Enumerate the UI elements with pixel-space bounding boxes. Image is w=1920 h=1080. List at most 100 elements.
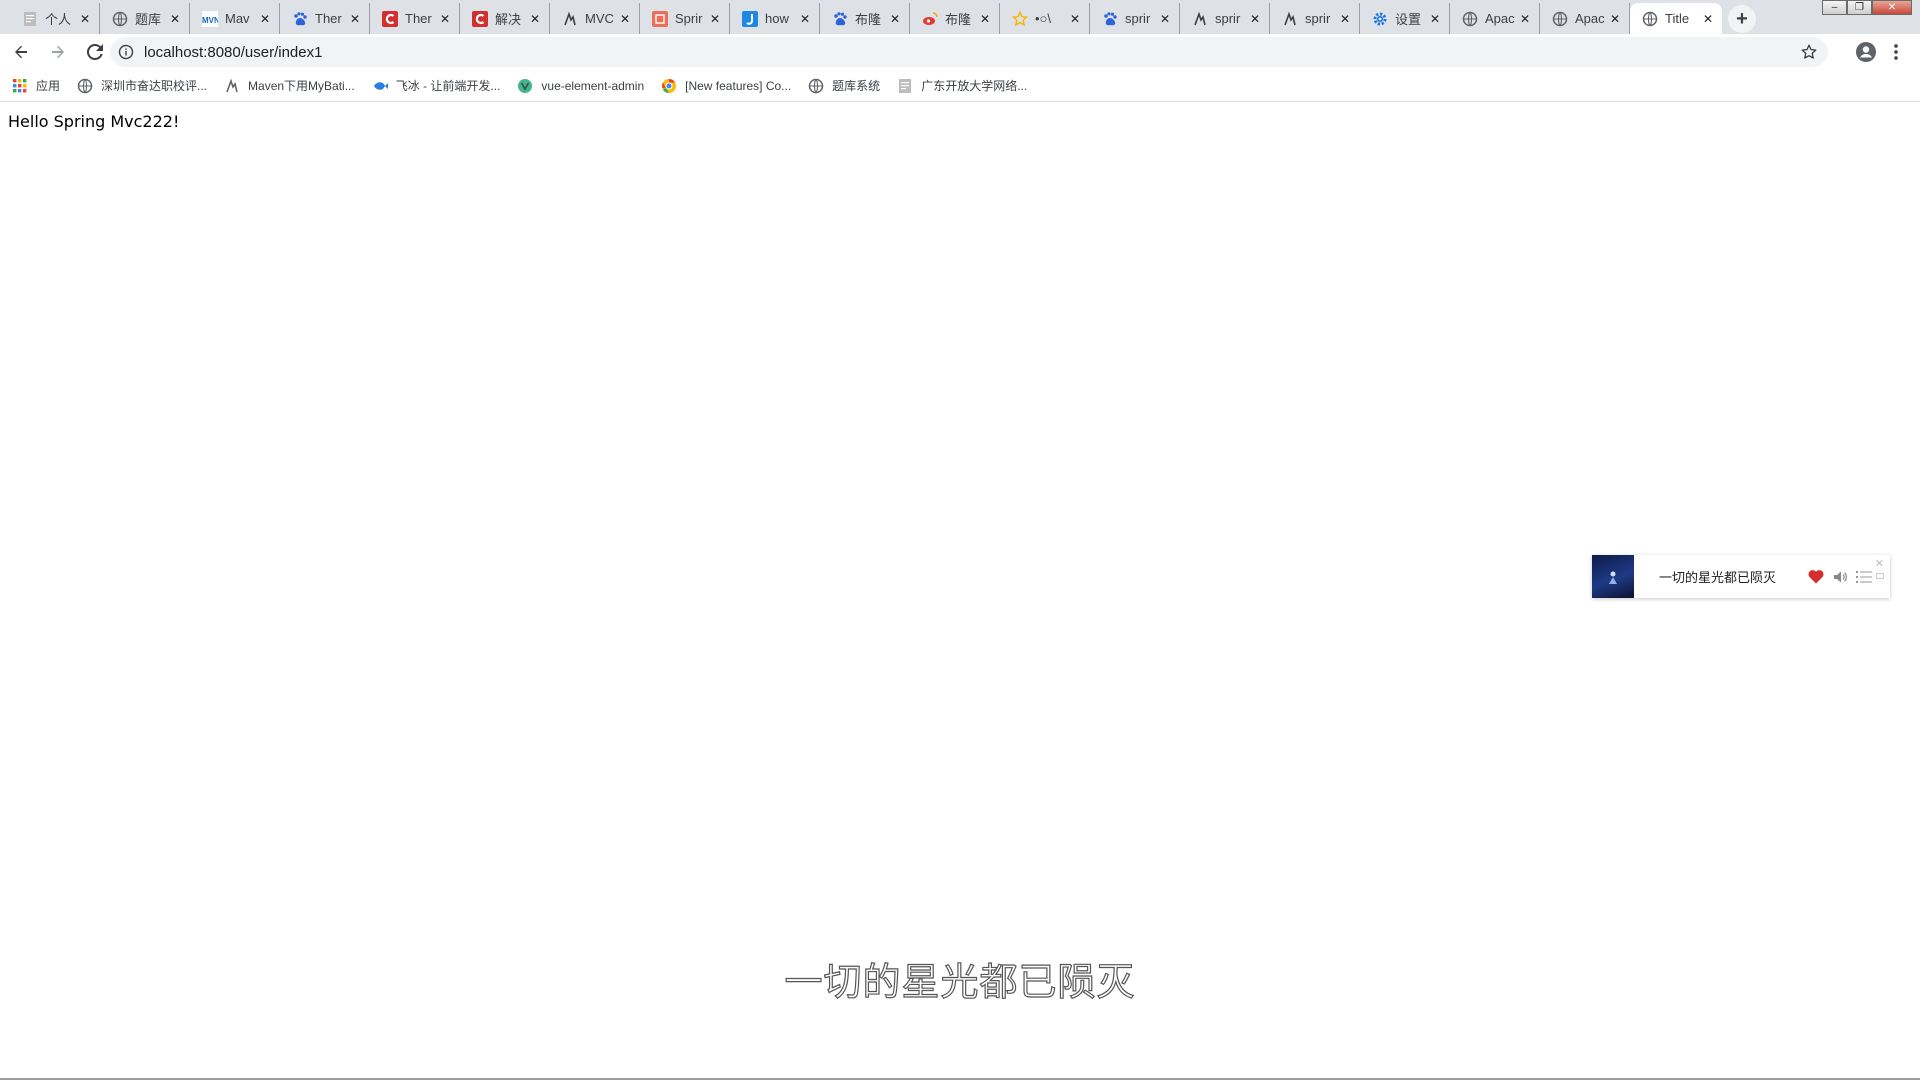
new-tab-button[interactable]: + <box>1728 5 1756 33</box>
tab-close-icon[interactable]: ✕ <box>707 11 723 27</box>
tab-close-icon[interactable]: ✕ <box>887 11 903 27</box>
baidu-paw-icon <box>292 11 308 27</box>
browser-tab-4[interactable]: Ther ✕ <box>280 3 370 34</box>
browser-tab-14[interactable]: sprir ✕ <box>1180 3 1270 34</box>
browser-tab-13[interactable]: sprir ✕ <box>1090 3 1180 34</box>
address-bar[interactable]: localhost:8080/user/index1 <box>110 37 1828 67</box>
player-close-icon[interactable]: ✕ <box>1875 557 1884 570</box>
album-cover[interactable] <box>1592 555 1634 598</box>
tab-close-icon[interactable]: ✕ <box>1247 11 1263 27</box>
tab-close-icon[interactable]: ✕ <box>1157 11 1173 27</box>
yuque-icon <box>224 78 240 94</box>
browser-tab-8[interactable]: Sprir ✕ <box>640 3 730 34</box>
browser-tab-11[interactable]: 布隆 ✕ <box>910 3 1000 34</box>
bookmark-item-5[interactable]: vue-element-admin <box>517 78 644 94</box>
bookmark-label: 飞冰 - 让前端开发... <box>395 79 501 93</box>
tab-close-icon[interactable]: ✕ <box>1337 11 1353 27</box>
tab-title: •○\ <box>1035 11 1052 26</box>
tab-title: how <box>765 11 789 26</box>
back-button[interactable] <box>5 36 37 68</box>
tab-close-icon[interactable]: ✕ <box>437 11 453 27</box>
tab-title: 布隆 <box>855 12 882 27</box>
tab-close-icon[interactable]: ✕ <box>1517 11 1533 27</box>
tab-close-icon[interactable]: ✕ <box>1700 11 1716 27</box>
close-window-button[interactable]: ✕ <box>1872 0 1912 15</box>
browser-tab-7[interactable]: MVC ✕ <box>550 3 640 34</box>
svg-text:MVN: MVN <box>202 16 218 25</box>
profile-avatar-icon[interactable] <box>1856 42 1876 62</box>
tab-title: sprir <box>1305 11 1331 26</box>
tab-title: Sprir <box>675 11 703 26</box>
tab-close-icon[interactable]: ✕ <box>1427 11 1443 27</box>
tab-close-icon[interactable]: ✕ <box>257 11 273 27</box>
browser-tab-18[interactable]: Apac ✕ <box>1540 3 1630 34</box>
album-art-icon <box>1609 571 1617 584</box>
bookmark-star-icon[interactable] <box>1800 43 1818 61</box>
browser-tab-15[interactable]: sprir ✕ <box>1270 3 1360 34</box>
yuque-icon <box>1282 11 1298 27</box>
tab-close-icon[interactable]: ✕ <box>167 11 183 27</box>
bookmark-item-8[interactable]: 广东开放大学网络... <box>897 77 1027 94</box>
bookmark-item-1[interactable]: 应用 <box>12 77 60 94</box>
globe-icon <box>112 11 128 27</box>
minimize-button[interactable]: – <box>1822 0 1847 15</box>
yuque-icon <box>1192 11 1208 27</box>
forward-button[interactable] <box>42 36 74 68</box>
tab-close-icon[interactable]: ✕ <box>347 11 363 27</box>
tab-title: Ther <box>315 11 342 26</box>
reload-button[interactable] <box>79 36 111 68</box>
window-controls: – ❐ ✕ <box>1822 0 1912 15</box>
tab-title: Apac <box>1575 11 1605 26</box>
csdn-icon <box>382 10 398 27</box>
browser-tab-1[interactable]: 个人 ✕ <box>10 3 100 34</box>
doc-icon <box>22 11 38 27</box>
tab-close-icon[interactable]: ✕ <box>77 11 93 27</box>
bookmark-label: 应用 <box>36 79 61 93</box>
gear-icon <box>1372 11 1388 27</box>
browser-tab-19[interactable]: Title ✕ <box>1630 3 1722 34</box>
player-minimize-icon[interactable] <box>1876 573 1884 579</box>
browser-tab-3[interactable]: MVN Mav ✕ <box>190 3 280 34</box>
tab-close-icon[interactable]: ✕ <box>527 11 543 27</box>
browser-tab-17[interactable]: Apac ✕ <box>1450 3 1540 34</box>
restore-button[interactable]: ❐ <box>1847 0 1872 15</box>
bookmark-item-2[interactable]: 深圳市奋达职校评... <box>77 77 207 94</box>
browser-tab-10[interactable]: 布隆 ✕ <box>820 3 910 34</box>
tab-close-icon[interactable]: ✕ <box>797 11 813 27</box>
apps-grid-icon <box>12 78 28 94</box>
volume-icon[interactable] <box>1831 568 1849 586</box>
browser-tab-12[interactable]: •○\ ✕ <box>1000 3 1090 34</box>
j-icon <box>742 10 758 27</box>
bookmark-item-6[interactable]: [New features] Co... <box>661 78 791 94</box>
browser-tab-5[interactable]: Ther ✕ <box>370 3 460 34</box>
bookmark-item-4[interactable]: 飞冰 - 让前端开发... <box>372 77 501 94</box>
tab-title: 解决 <box>495 12 522 27</box>
info-icon[interactable] <box>118 44 134 60</box>
heart-icon[interactable] <box>1807 568 1825 586</box>
tab-list: 个人 ✕ 题库 ✕ MVN Mav ✕ Ther ✕ Ther ✕ 解决 ✕ M… <box>10 3 1756 34</box>
doc-icon <box>897 78 913 94</box>
vue-icon <box>517 78 533 94</box>
playlist-icon[interactable] <box>1855 568 1873 586</box>
browser-tab-16[interactable]: 设置 ✕ <box>1360 3 1450 34</box>
url-text[interactable]: localhost:8080/user/index1 <box>144 44 322 61</box>
baidu-paw-icon <box>832 11 848 27</box>
tab-title: sprir <box>1215 11 1241 26</box>
bookmark-label: 深圳市奋达职校评... <box>101 79 208 93</box>
plus-icon: + <box>1736 7 1748 30</box>
tab-close-icon[interactable]: ✕ <box>1607 11 1623 27</box>
song-title: 一切的星光都已陨灭 <box>1659 570 1777 585</box>
bookmark-item-7[interactable]: 题库系统 <box>808 77 880 94</box>
browser-tab-6[interactable]: 解决 ✕ <box>460 3 550 34</box>
jianshu-icon <box>652 10 668 27</box>
bookmark-item-3[interactable]: Maven下用MyBati... <box>224 77 355 94</box>
browser-tab-2[interactable]: 题库 ✕ <box>100 3 190 34</box>
tab-title: 布隆 <box>945 12 972 27</box>
tab-close-icon[interactable]: ✕ <box>617 11 633 27</box>
browser-tab-9[interactable]: how ✕ <box>730 3 820 34</box>
bookmark-label: Maven下用MyBati... <box>248 79 355 93</box>
arrow-right-icon <box>52 45 64 59</box>
tab-close-icon[interactable]: ✕ <box>977 11 993 27</box>
more-menu-icon[interactable] <box>1892 42 1900 62</box>
tab-close-icon[interactable]: ✕ <box>1067 11 1083 27</box>
